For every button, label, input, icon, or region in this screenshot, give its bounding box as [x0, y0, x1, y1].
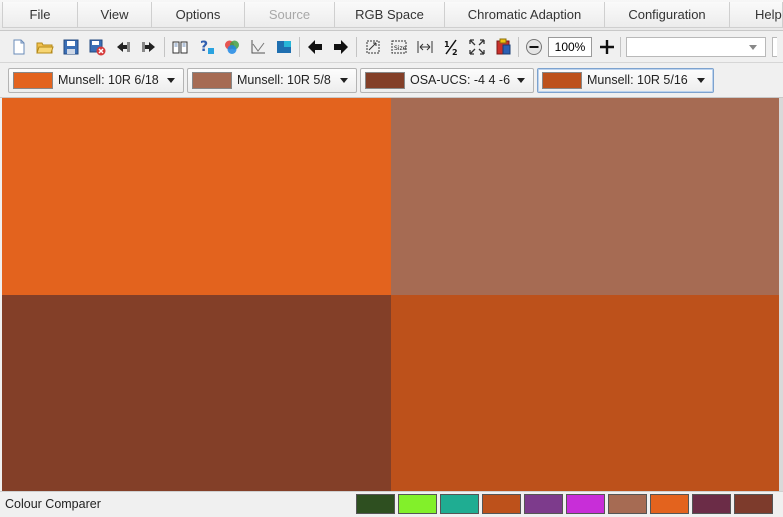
fullscreen-icon[interactable] [466, 36, 488, 58]
palette-chip[interactable] [524, 494, 563, 514]
zoom-in-icon[interactable] [596, 36, 618, 58]
dropdown-arrow-icon [167, 78, 175, 83]
window-edge [779, 98, 783, 491]
colour-selector-2[interactable]: Munsell: 10R 5/8 [187, 68, 357, 93]
menu-file[interactable]: File [2, 2, 78, 28]
menu-view[interactable]: View [77, 2, 152, 28]
clipboard-icon[interactable] [492, 36, 514, 58]
palette-chip[interactable] [608, 494, 647, 514]
new-file-icon[interactable] [8, 36, 30, 58]
colour-swatch [192, 72, 232, 89]
toolbar-separator [299, 37, 300, 57]
export-icon[interactable] [138, 36, 160, 58]
graph-icon[interactable] [247, 36, 269, 58]
palette-chip[interactable] [650, 494, 689, 514]
colour-selector-4[interactable]: Munsell: 10R 5/16 [537, 68, 714, 93]
palette-chip[interactable] [440, 494, 479, 514]
menu-configuration[interactable]: Configuration [604, 2, 730, 28]
zoom-input[interactable] [548, 37, 592, 57]
palette-chip[interactable] [566, 494, 605, 514]
colour-selector-label: Munsell: 10R 5/16 [587, 73, 688, 87]
size-icon[interactable]: Size [388, 36, 410, 58]
palette-chip[interactable] [692, 494, 731, 514]
compare-tile-1[interactable] [2, 98, 391, 295]
fit-width-icon[interactable] [414, 36, 436, 58]
palette-chip[interactable] [398, 494, 437, 514]
colour-selector-label: Munsell: 10R 6/18 [58, 73, 159, 87]
colour-swatch [13, 72, 53, 89]
forward-arrow-icon[interactable] [330, 36, 352, 58]
menu-help[interactable]: Help [729, 2, 783, 28]
menu-chromatic-adaption[interactable]: Chromatic Adaption [444, 2, 605, 28]
menu-source[interactable]: Source [244, 2, 335, 28]
colour-compare-area [2, 98, 781, 491]
colour-selector-row: Munsell: 10R 6/18 Munsell: 10R 5/8 OSA-U… [0, 63, 783, 98]
svg-text:?: ? [200, 39, 208, 55]
status-bar: Colour Comparer [0, 491, 783, 517]
colour-selector-1[interactable]: Munsell: 10R 6/18 [8, 68, 184, 93]
dropdown-arrow-icon [697, 78, 705, 83]
gamut-icon[interactable] [273, 36, 295, 58]
colour-selector-3[interactable]: OSA-UCS: -4 4 -6 [360, 68, 534, 93]
rotate-icon[interactable] [362, 36, 384, 58]
menu-options[interactable]: Options [151, 2, 245, 28]
toolbar-overflow [772, 37, 777, 57]
dropdown-arrow-icon [340, 78, 348, 83]
palette-chip[interactable] [734, 494, 773, 514]
colour-selector-label: OSA-UCS: -4 4 -6 [410, 73, 511, 87]
chevron-down-icon [749, 45, 757, 50]
compare-tile-3[interactable] [2, 295, 391, 491]
help-icon[interactable]: ? [195, 36, 217, 58]
toolbar-separator [164, 37, 165, 57]
palette-chip[interactable] [356, 494, 395, 514]
compare-tile-2[interactable] [391, 98, 781, 295]
open-folder-icon[interactable] [34, 36, 56, 58]
colour-selector-label: Munsell: 10R 5/8 [237, 73, 331, 87]
zoom-out-icon[interactable] [523, 36, 545, 58]
palette-chip[interactable] [482, 494, 521, 514]
back-arrow-icon[interactable] [304, 36, 326, 58]
colour-swatch [542, 72, 582, 89]
save-icon[interactable] [60, 36, 82, 58]
profile-select[interactable] [626, 37, 766, 57]
menu-rgb-space[interactable]: RGB Space [334, 2, 445, 28]
toolbar-separator [356, 37, 357, 57]
close-file-icon[interactable] [86, 36, 108, 58]
status-text: Colour Comparer [5, 497, 101, 511]
svg-text:1: 1 [444, 40, 450, 49]
dropdown-arrow-icon [517, 78, 525, 83]
svg-text:2: 2 [452, 48, 458, 56]
svg-text:Size: Size [394, 45, 407, 52]
colour-wheel-icon[interactable] [221, 36, 243, 58]
toolbar-separator [518, 37, 519, 57]
colour-swatch [365, 72, 405, 89]
compare-tile-4[interactable] [391, 295, 781, 491]
book-icon[interactable] [169, 36, 191, 58]
toolbar-separator [620, 37, 621, 57]
menu-bar: File View Options Source RGB Space Chrom… [0, 0, 783, 31]
import-icon[interactable] [112, 36, 134, 58]
half-icon[interactable]: 12 [440, 36, 462, 58]
